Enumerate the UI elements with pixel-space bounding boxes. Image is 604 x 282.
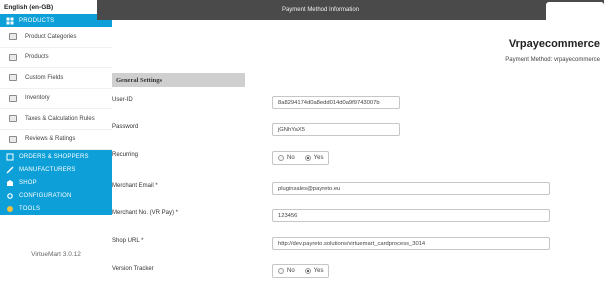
- language-label: English (en-GB): [4, 3, 54, 11]
- sidebar-item-custom-fields[interactable]: Custom Fields: [0, 68, 112, 89]
- orders-icon: [6, 153, 14, 161]
- version-tracker-yes-label: Yes: [313, 268, 324, 274]
- sidebar-item-label: Products: [25, 54, 49, 61]
- version-label: VirtueMart 3.0.12: [31, 251, 81, 258]
- recurring-no-label: No: [287, 155, 295, 161]
- menu-configuration[interactable]: CONFIGURATION: [0, 189, 112, 202]
- menu-tools-label: TOOLS: [19, 205, 41, 212]
- plugin-title: Vrpayecommerce: [508, 38, 600, 50]
- section-title: General Settings: [112, 73, 245, 87]
- version-tracker-radio-group: No Yes: [272, 264, 330, 278]
- version-tracker-label: Version Tracker: [112, 266, 154, 272]
- shop-url-field[interactable]: http://dev.payreto.solutions/virtuemart_…: [272, 237, 550, 250]
- manufacturers-icon: [6, 166, 14, 174]
- menu-products[interactable]: PRODUCTS: [0, 14, 112, 27]
- user-id-field[interactable]: 8a8294174d0a8edd014d0a9f9743007b: [272, 96, 400, 109]
- version-tracker-yes-radio[interactable]: [304, 268, 311, 274]
- sidebar-item-taxes[interactable]: Taxes & Calculation Rules: [0, 109, 112, 130]
- recurring-no-radio[interactable]: [278, 155, 284, 161]
- merchant-email-label: Merchant Email *: [112, 183, 158, 189]
- configuration-icon: [6, 192, 14, 200]
- menu-manufacturers-label: MANUFACTURERS: [19, 166, 76, 173]
- sidebar-item-label: Product Categories: [25, 33, 77, 40]
- sidebar-item-label: Reviews & Ratings: [25, 136, 76, 143]
- menu-configuration-label: CONFIGURATION: [19, 192, 72, 199]
- plugin-subtitle: Payment Method: vrpayecommerce: [505, 57, 600, 63]
- recurring-yes-radio[interactable]: [304, 155, 311, 161]
- products-menu-icon: [6, 17, 14, 25]
- merchant-email-field[interactable]: pluginsales@payreto.eu: [272, 182, 550, 195]
- version-tracker-no-label: No: [287, 268, 295, 274]
- recurring-yes-label: Yes: [313, 155, 324, 161]
- sidebar-item-label: Inventory: [25, 95, 50, 102]
- user-id-label: User-ID: [112, 97, 133, 103]
- shop-url-label: Shop URL *: [112, 238, 144, 244]
- recurring-label: Recurring: [112, 152, 139, 158]
- header-title: Payment Method Information: [281, 7, 360, 13]
- page-header: Payment Method Information: [97, 0, 604, 20]
- shop-icon: [6, 179, 14, 187]
- sidebar-item-reviews[interactable]: Reviews & Ratings: [0, 130, 112, 150]
- password-field[interactable]: jGNhYaX5: [272, 123, 400, 136]
- sidebar: English (en-GB) PRODUCTS Product Categor…: [0, 0, 112, 282]
- menu-shop[interactable]: SHOP: [0, 176, 112, 189]
- inventory-icon: [9, 94, 17, 102]
- menu-orders-shoppers[interactable]: ORDERS & SHOPPERS: [0, 150, 112, 163]
- sidebar-item-products[interactable]: Products: [0, 48, 112, 68]
- merchant-no-label: Merchant No. (VR Pay) *: [112, 210, 179, 216]
- menu-shop-label: SHOP: [19, 179, 37, 186]
- sidebar-item-inventory[interactable]: Inventory: [0, 89, 112, 109]
- taxes-icon: [9, 115, 17, 123]
- merchant-no-field[interactable]: 123456: [272, 209, 550, 222]
- sidebar-item-label: Taxes & Calculation Rules: [25, 115, 95, 122]
- recurring-radio-group: No Yes: [272, 151, 330, 165]
- sidebar-item-label: Custom Fields: [25, 74, 64, 81]
- tools-icon: [6, 205, 14, 213]
- language-bar[interactable]: English (en-GB): [0, 0, 112, 14]
- menu-products-label: PRODUCTS: [19, 17, 55, 24]
- main-content: Vrpayecommerce Payment Method: vrpayecom…: [112, 20, 604, 282]
- header-tab[interactable]: [546, 2, 604, 20]
- menu-manufacturers[interactable]: MANUFACTURERS: [0, 163, 112, 176]
- password-label: Password: [112, 124, 139, 130]
- menu-orders-label: ORDERS & SHOPPERS: [19, 153, 89, 160]
- version-tracker-no-radio[interactable]: [278, 268, 284, 274]
- custom-fields-icon: [9, 74, 17, 82]
- products-icon: [9, 53, 17, 61]
- sidebar-item-product-categories[interactable]: Product Categories: [0, 27, 112, 48]
- menu-tools[interactable]: TOOLS: [0, 202, 112, 215]
- reviews-icon: [9, 135, 17, 143]
- folder-icon: [9, 33, 17, 41]
